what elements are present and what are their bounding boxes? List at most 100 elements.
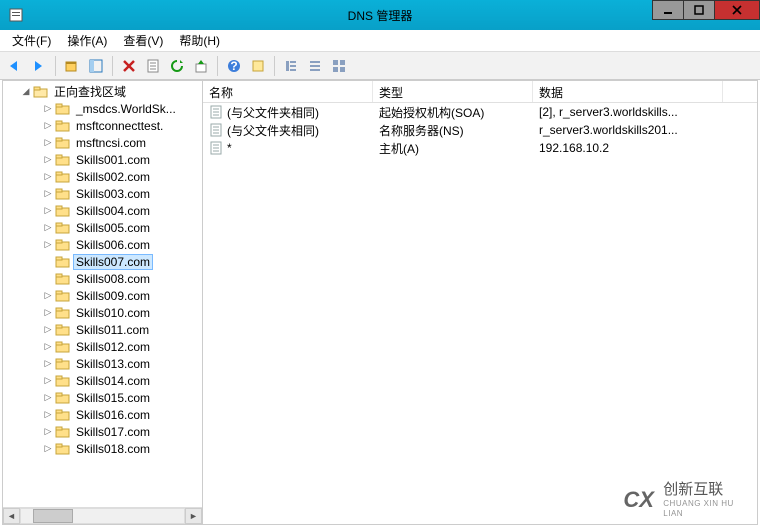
expand-icon[interactable]: ▷ bbox=[43, 342, 53, 352]
forward-button[interactable] bbox=[28, 55, 50, 77]
window-title: DNS 管理器 bbox=[348, 7, 413, 24]
tree-item[interactable]: ▷Skills005.com bbox=[3, 219, 202, 236]
folder-icon bbox=[55, 238, 71, 252]
tree-item[interactable]: ▷Skills009.com bbox=[3, 287, 202, 304]
maximize-button[interactable] bbox=[683, 0, 715, 20]
tree-label: Skills003.com bbox=[73, 187, 153, 201]
tree-item[interactable]: ▷ Skills006.com bbox=[3, 236, 202, 253]
record-row[interactable]: (与父文件夹相同)名称服务器(NS)r_server3.worldskills2… bbox=[203, 121, 757, 139]
menu-help[interactable]: 帮助(H) bbox=[171, 30, 228, 51]
tree-item[interactable]: ▷Skills017.com bbox=[3, 423, 202, 440]
column-header-data[interactable]: 数据 bbox=[533, 81, 723, 102]
expand-icon[interactable]: ▷ bbox=[43, 308, 53, 318]
close-button[interactable] bbox=[714, 0, 760, 20]
menu-action[interactable]: 操作(A) bbox=[59, 30, 115, 51]
expand-icon[interactable]: ▷ bbox=[43, 291, 53, 301]
tree-item[interactable]: ▷Skills012.com bbox=[3, 338, 202, 355]
folder-icon bbox=[55, 204, 71, 218]
record-row[interactable]: *主机(A)192.168.10.2 bbox=[203, 139, 757, 157]
export-button[interactable] bbox=[190, 55, 212, 77]
large-icon-button[interactable] bbox=[328, 55, 350, 77]
filter-button[interactable] bbox=[247, 55, 269, 77]
collapse-icon[interactable]: ◢ bbox=[21, 87, 31, 97]
tree-item[interactable]: ▷_msdcs.WorldSk... bbox=[3, 100, 202, 117]
menu-view[interactable]: 查看(V) bbox=[115, 30, 171, 51]
tree-body[interactable]: ◢正向查找区域▷_msdcs.WorldSk...▷msftconnecttes… bbox=[3, 81, 202, 507]
cell-type: 名称服务器(NS) bbox=[373, 121, 533, 140]
new-window-button[interactable] bbox=[61, 55, 83, 77]
expand-icon[interactable]: ▷ bbox=[43, 189, 53, 199]
scroll-thumb[interactable] bbox=[33, 509, 73, 523]
expand-icon[interactable]: ▷ bbox=[43, 121, 53, 131]
horizontal-scrollbar[interactable]: ◄ ► bbox=[3, 507, 202, 524]
tree-item[interactable]: ▷ Skills002.com bbox=[3, 168, 202, 185]
folder-icon bbox=[55, 442, 71, 456]
tree-item[interactable]: ▷Skills018.com bbox=[3, 440, 202, 457]
tree-item[interactable]: ▷Skills004.com bbox=[3, 202, 202, 219]
tree-item[interactable]: ▷msftconnecttest. bbox=[3, 117, 202, 134]
expand-icon[interactable] bbox=[43, 274, 53, 284]
scroll-left-button[interactable]: ◄ bbox=[3, 508, 20, 524]
properties-button[interactable] bbox=[142, 55, 164, 77]
expand-icon[interactable]: ▷ bbox=[43, 444, 53, 454]
tree-label: Skills006.com bbox=[73, 238, 153, 252]
expand-icon[interactable] bbox=[43, 257, 53, 267]
separator-icon bbox=[112, 56, 113, 76]
folder-icon bbox=[55, 153, 71, 167]
tree-label: Skills007.com bbox=[73, 254, 153, 270]
folder-icon bbox=[55, 289, 71, 303]
cell-type: 主机(A) bbox=[373, 139, 533, 158]
expand-icon[interactable]: ▷ bbox=[43, 240, 53, 250]
record-icon bbox=[209, 105, 223, 119]
list-body[interactable]: (与父文件夹相同)起始授权机构(SOA)[2], r_server3.world… bbox=[203, 103, 757, 524]
tree-item[interactable]: ▷Skills016.com bbox=[3, 406, 202, 423]
tree-item[interactable]: ▷Skills010.com bbox=[3, 304, 202, 321]
watermark-cn: 创新互联 bbox=[663, 481, 750, 499]
list-view-button[interactable] bbox=[280, 55, 302, 77]
tree-item[interactable]: ▷ Skills011.com bbox=[3, 321, 202, 338]
expand-icon[interactable]: ▷ bbox=[43, 427, 53, 437]
watermark-text: 创新互联 CHUANG XIN HU LIAN bbox=[663, 481, 750, 518]
expand-icon[interactable]: ▷ bbox=[43, 155, 53, 165]
tree-item[interactable]: ▷ Skills003.com bbox=[3, 185, 202, 202]
tree-item[interactable]: Skills008.com bbox=[3, 270, 202, 287]
cell-data: 192.168.10.2 bbox=[533, 140, 723, 156]
menu-file[interactable]: 文件(F) bbox=[4, 30, 59, 51]
expand-icon[interactable]: ▷ bbox=[43, 410, 53, 420]
tree-item-root[interactable]: ◢正向查找区域 bbox=[3, 83, 202, 100]
minimize-button[interactable] bbox=[652, 0, 684, 20]
expand-icon[interactable]: ▷ bbox=[43, 376, 53, 386]
expand-icon[interactable]: ▷ bbox=[43, 138, 53, 148]
expand-icon[interactable]: ▷ bbox=[43, 223, 53, 233]
back-button[interactable] bbox=[4, 55, 26, 77]
expand-icon[interactable]: ▷ bbox=[43, 393, 53, 403]
column-header-type[interactable]: 类型 bbox=[373, 81, 533, 102]
tree-label: Skills008.com bbox=[73, 272, 153, 286]
scroll-track[interactable] bbox=[20, 508, 185, 524]
expand-icon[interactable]: ▷ bbox=[43, 104, 53, 114]
cell-name: (与父文件夹相同) bbox=[203, 121, 373, 140]
show-pane-button[interactable] bbox=[85, 55, 107, 77]
column-header-name[interactable]: 名称 bbox=[203, 81, 373, 102]
expand-icon[interactable]: ▷ bbox=[43, 325, 53, 335]
tree-item[interactable]: ▷Skills015.com bbox=[3, 389, 202, 406]
tree-item[interactable]: ▷Skills013.com bbox=[3, 355, 202, 372]
help-button[interactable]: ? bbox=[223, 55, 245, 77]
tree-label: Skills011.com bbox=[73, 323, 152, 337]
record-row[interactable]: (与父文件夹相同)起始授权机构(SOA)[2], r_server3.world… bbox=[203, 103, 757, 121]
tree-item[interactable]: ▷Skills001.com bbox=[3, 151, 202, 168]
tree-item[interactable]: ▷Skills014.com bbox=[3, 372, 202, 389]
refresh-button[interactable] bbox=[166, 55, 188, 77]
delete-button[interactable] bbox=[118, 55, 140, 77]
detail-view-button[interactable] bbox=[304, 55, 326, 77]
expand-icon[interactable]: ▷ bbox=[43, 359, 53, 369]
tree-item[interactable]: Skills007.com bbox=[3, 253, 202, 270]
expand-icon[interactable]: ▷ bbox=[43, 172, 53, 182]
folder-icon bbox=[55, 425, 71, 439]
tree-pane: ◢正向查找区域▷_msdcs.WorldSk...▷msftconnecttes… bbox=[3, 81, 203, 524]
record-icon bbox=[209, 141, 223, 155]
expand-icon[interactable]: ▷ bbox=[43, 206, 53, 216]
tree-label: Skills002.com bbox=[73, 170, 153, 184]
scroll-right-button[interactable]: ► bbox=[185, 508, 202, 524]
tree-item[interactable]: ▷msftncsi.com bbox=[3, 134, 202, 151]
